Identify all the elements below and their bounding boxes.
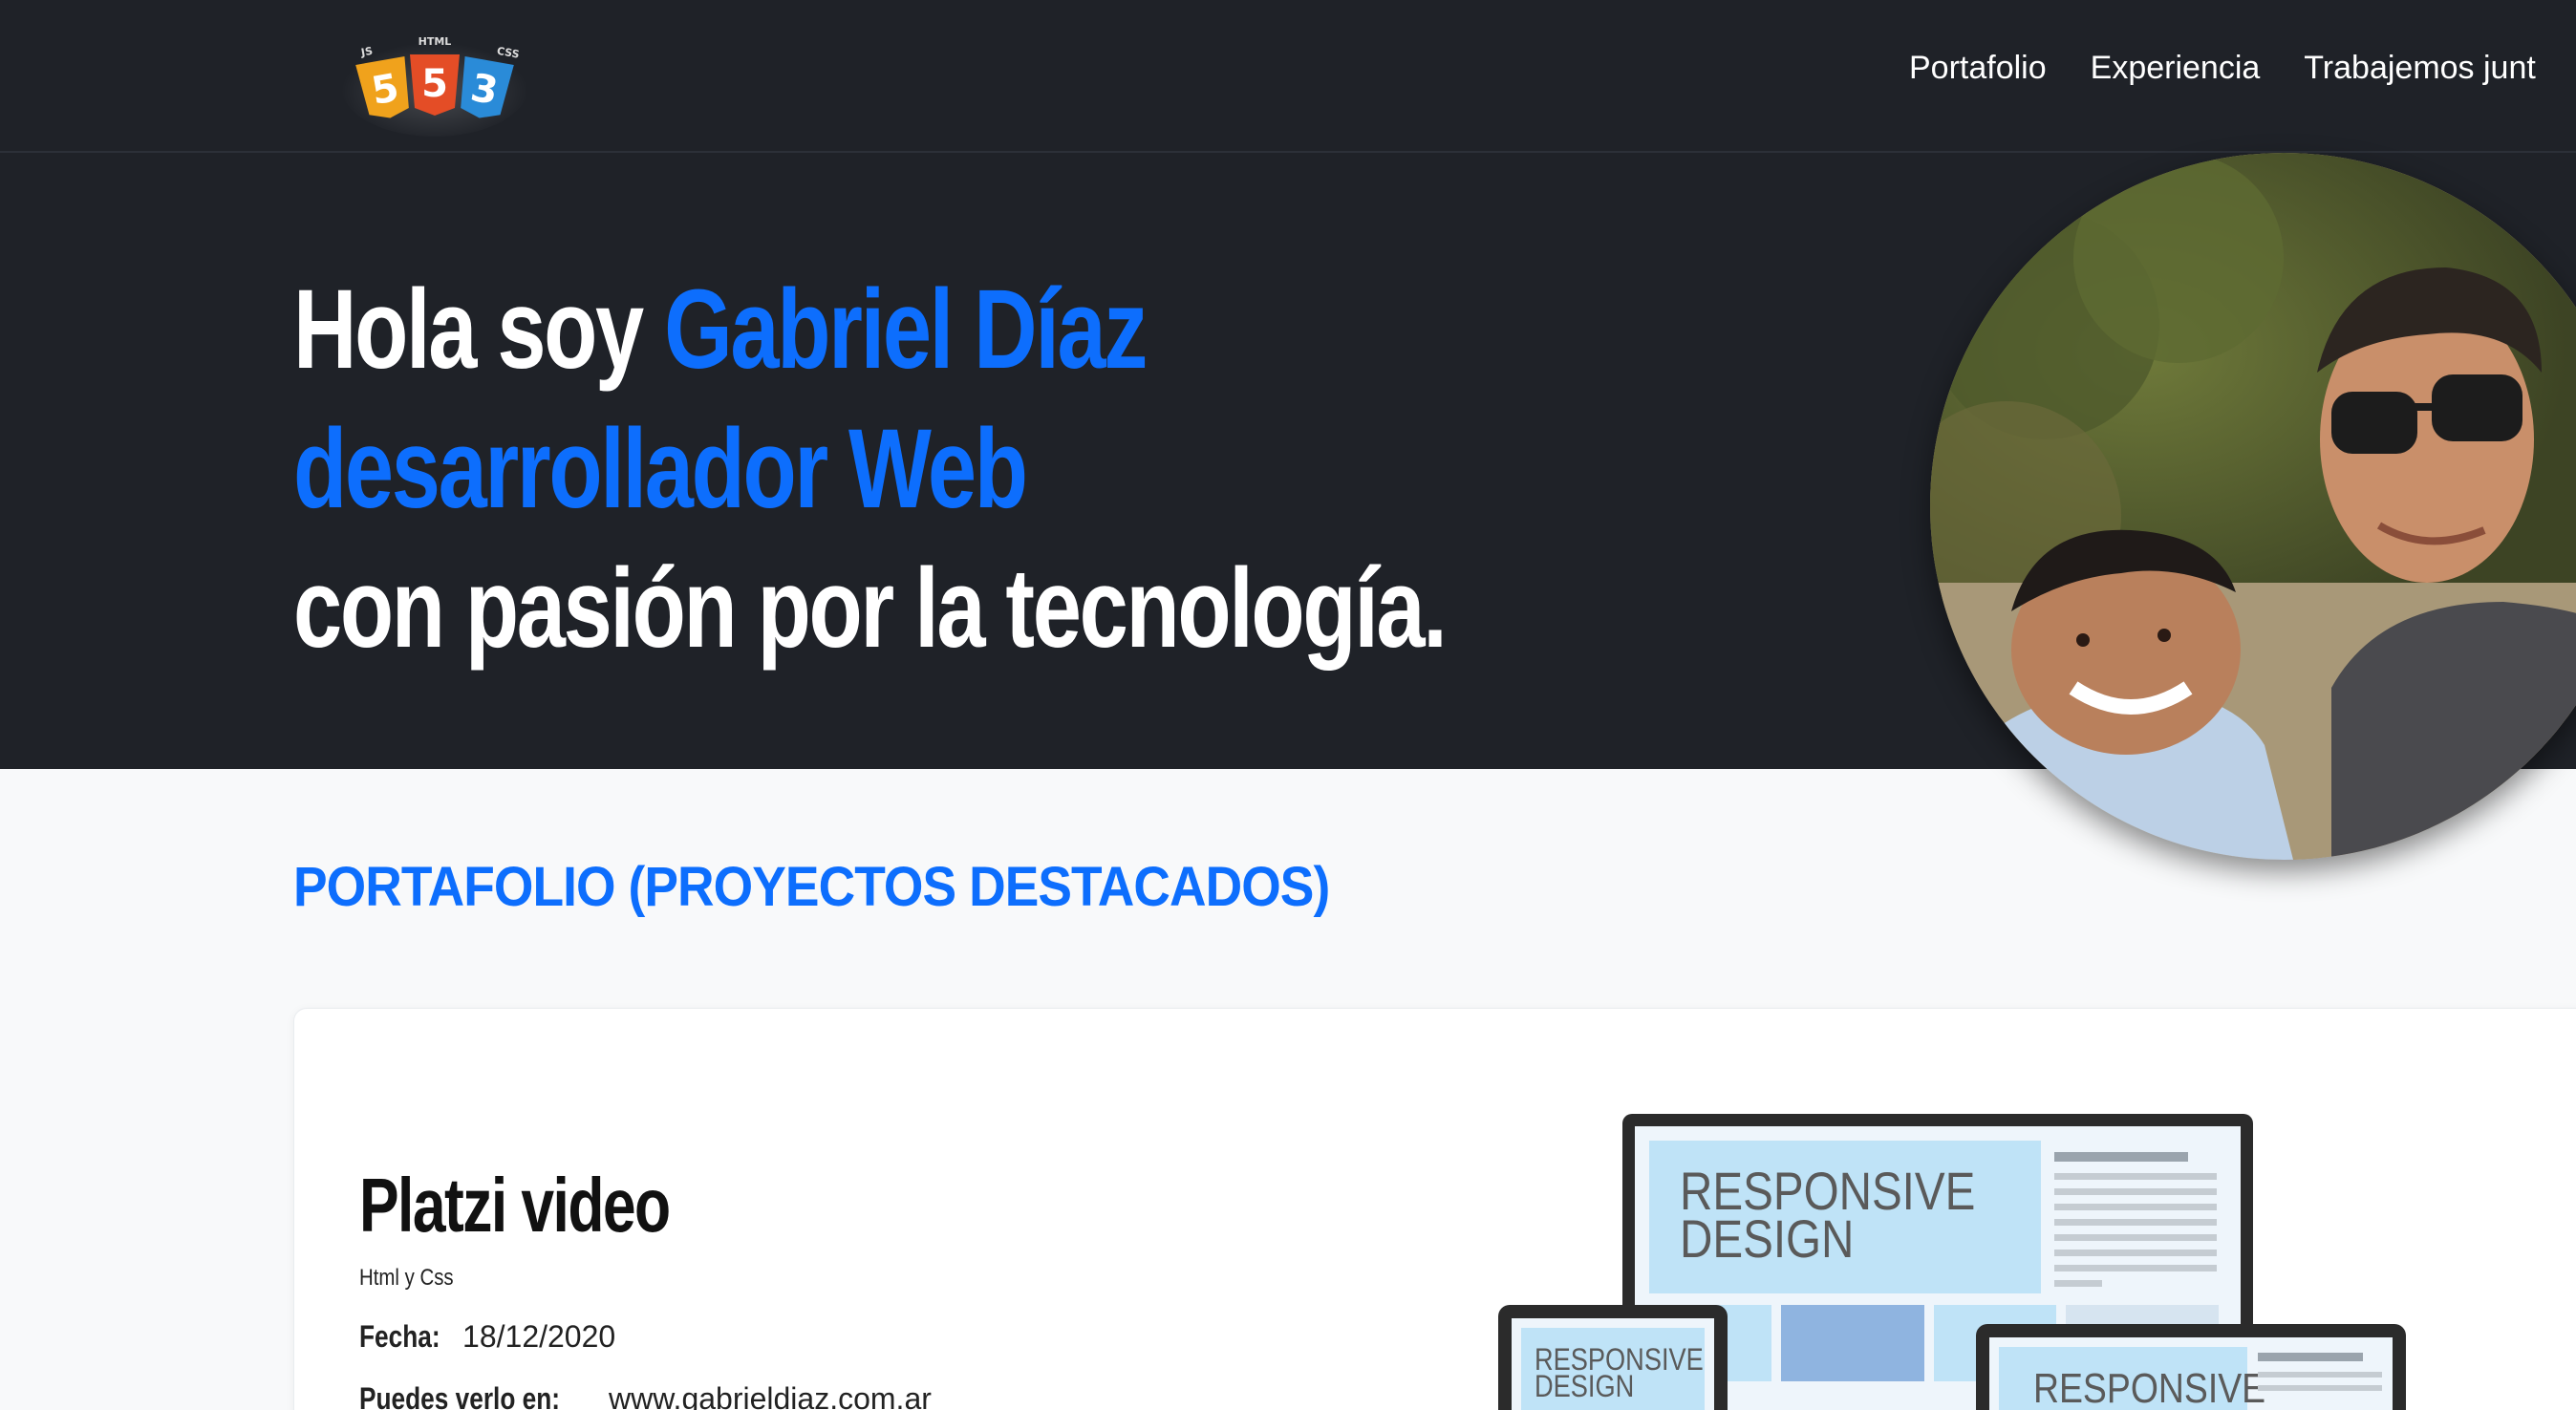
hero-heading: Hola soy Gabriel Díaz desarrollador Web … — [293, 260, 1448, 678]
hero-greeting: Hola soy — [293, 267, 665, 393]
hero-name: Gabriel Díaz — [664, 267, 1148, 393]
svg-text:HTML: HTML — [419, 35, 452, 48]
project-link-label: Puedes verlo en: — [359, 1381, 560, 1410]
project-date: Fecha: 18/12/2020 — [359, 1319, 615, 1355]
nav-trabajemos[interactable]: Trabajemos junt — [2304, 50, 2536, 87]
main-nav: Portafolio Experiencia Trabajemos junt — [1909, 50, 2536, 87]
html-css-js-logo[interactable]: 5 JS 5 HTML 3 CSS — [339, 24, 530, 139]
project-date-value: 18/12/2020 — [462, 1319, 616, 1354]
hero-tagline: con pasión por la tecnología. — [293, 545, 1448, 672]
project-card: Platzi video Html y Css Fecha: 18/12/202… — [293, 1008, 2576, 1410]
project-link-row: Puedes verlo en: www.gabrieldiaz.com.ar — [359, 1381, 932, 1410]
svg-text:DESIGN: DESIGN — [1535, 1370, 1634, 1404]
project-title: Platzi video — [359, 1163, 671, 1248]
svg-text:JS: JS — [359, 45, 374, 59]
project-link[interactable]: www.gabrieldiaz.com.ar — [609, 1381, 932, 1410]
project-tech: Html y Css — [359, 1265, 454, 1291]
svg-text:5: 5 — [421, 62, 448, 106]
hero-role: desarrollador Web — [293, 406, 1028, 532]
svg-text:DESIGN: DESIGN — [1680, 1209, 1854, 1269]
svg-text:RESPONSIVE: RESPONSIVE — [2033, 1364, 2265, 1410]
portfolio-section-title: PORTAFOLIO (PROYECTOS DESTACADOS) — [293, 856, 1330, 918]
project-date-label: Fecha: — [359, 1319, 440, 1354]
responsive-design-image: RESPONSIVE DESIGN RESPONSIVE DESIGN RESP… — [1498, 1114, 2454, 1410]
nav-portafolio[interactable]: Portafolio — [1909, 50, 2047, 87]
top-navbar: 5 JS 5 HTML 3 CSS Portafolio Experiencia… — [0, 0, 2576, 153]
nav-experiencia[interactable]: Experiencia — [2091, 50, 2261, 87]
